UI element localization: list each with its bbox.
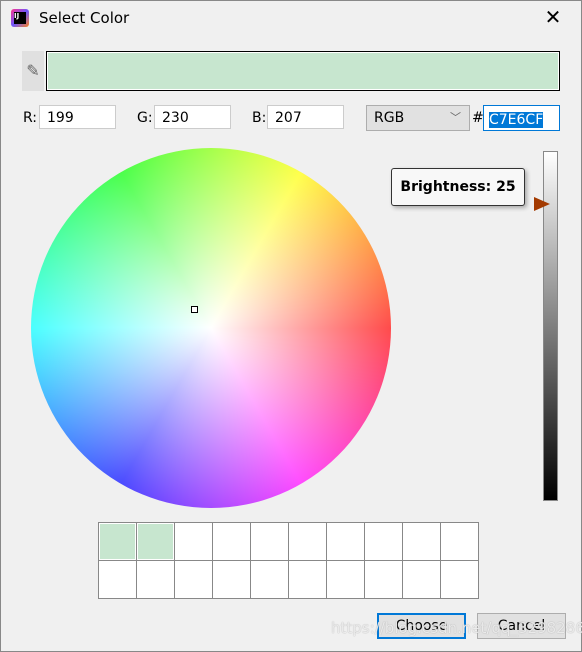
color-swatch[interactable]: [365, 523, 403, 561]
chevron-down-icon: ﹀: [450, 111, 461, 124]
color-swatch[interactable]: [289, 523, 327, 561]
color-wheel[interactable]: [31, 148, 391, 508]
color-preview: [46, 51, 560, 91]
brightness-thumb[interactable]: [534, 197, 550, 212]
color-swatch[interactable]: [327, 523, 365, 561]
eyedropper-icon[interactable]: ✎: [22, 51, 44, 91]
hash-label: #: [472, 110, 484, 126]
color-swatch[interactable]: [251, 561, 289, 599]
color-swatch[interactable]: [327, 561, 365, 599]
color-swatch[interactable]: [251, 523, 289, 561]
close-icon[interactable]: ✕: [541, 5, 565, 29]
color-swatch[interactable]: [441, 523, 479, 561]
recent-colors-grid: [98, 522, 479, 599]
color-swatch[interactable]: [213, 523, 251, 561]
g-input[interactable]: 230: [154, 105, 231, 129]
watermark: https://blog.csdn.net/qq_32982864: [331, 619, 582, 637]
r-label: R:: [23, 110, 38, 126]
b-input[interactable]: 207: [267, 105, 344, 129]
color-swatch[interactable]: [99, 523, 137, 561]
app-icon: IJ: [11, 9, 29, 27]
color-swatch[interactable]: [175, 561, 213, 599]
color-swatch[interactable]: [213, 561, 251, 599]
color-mode-select[interactable]: RGB ﹀: [366, 105, 470, 131]
g-label: G:: [137, 110, 153, 126]
color-swatch[interactable]: [175, 523, 213, 561]
color-swatch[interactable]: [403, 561, 441, 599]
color-swatch[interactable]: [137, 561, 175, 599]
color-swatch[interactable]: [137, 523, 175, 561]
color-swatch[interactable]: [403, 523, 441, 561]
hex-input[interactable]: C7E6CF: [483, 105, 560, 131]
color-swatch[interactable]: [99, 561, 137, 599]
window-title: Select Color: [39, 9, 130, 27]
b-label: B:: [252, 110, 267, 126]
r-input[interactable]: 199: [39, 105, 116, 129]
color-swatch[interactable]: [441, 561, 479, 599]
color-mode-value: RGB: [374, 110, 405, 126]
brightness-tooltip: Brightness: 25: [391, 168, 525, 206]
color-swatch[interactable]: [365, 561, 403, 599]
hex-value: C7E6CF: [489, 112, 544, 128]
color-swatch[interactable]: [289, 561, 327, 599]
wheel-cursor[interactable]: [191, 306, 198, 313]
